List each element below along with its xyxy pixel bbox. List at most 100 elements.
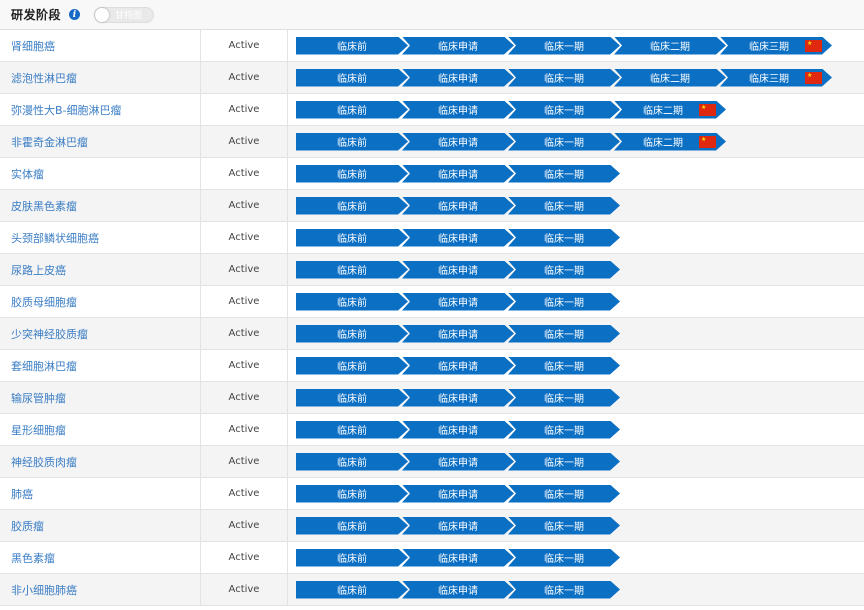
china-flag-icon: ★ [699, 136, 716, 148]
phase-label: 临床申请 [438, 298, 478, 309]
phase-chevron: 临床前 [296, 421, 408, 439]
status-text: Active [201, 190, 288, 221]
phase-label: 临床申请 [438, 554, 478, 565]
phase-chevron: 临床前 [296, 261, 408, 279]
phase-chevron: 临床前 [296, 37, 408, 55]
phase-chevron: 临床前 [296, 229, 408, 247]
phase-label: 临床申请 [438, 106, 478, 117]
indication-link[interactable]: 皮肤黑色素瘤 [0, 190, 201, 221]
phase-chevron: 临床一期 [508, 229, 620, 247]
phase-chevron: 临床申请 [402, 453, 514, 471]
phase-label: 临床申请 [438, 138, 478, 149]
phase-label: 临床一期 [544, 362, 584, 373]
phase-label: 临床前 [337, 170, 367, 181]
section-header: 研发阶段 i 甘特图 [0, 0, 864, 30]
phase-chevron: 临床前 [296, 517, 408, 535]
status-text: Active [201, 478, 288, 509]
phase-track: 临床前 临床申请 临床一期 临床二期 ★ [288, 126, 864, 157]
phase-chevron: 临床一期 [508, 549, 620, 567]
indication-link[interactable]: 套细胞淋巴瘤 [0, 350, 201, 381]
pipeline-table: 肾细胞癌 Active 临床前 临床申请 临床一期 临床二期 临床三期 ★ 滤泡性淋巴瘤 Acti… [0, 30, 864, 606]
phase-label: 临床前 [337, 138, 367, 149]
phase-chevron: 临床一期 [508, 69, 620, 87]
phase-chevron: 临床一期 [508, 453, 620, 471]
phase-chevron: 临床一期 [508, 421, 620, 439]
phase-chevron: 临床申请 [402, 261, 514, 279]
phase-label: 临床前 [337, 234, 367, 245]
phase-label: 临床申请 [438, 74, 478, 85]
phase-label: 临床一期 [544, 554, 584, 565]
indication-link[interactable]: 黑色素瘤 [0, 542, 201, 573]
phase-label: 临床一期 [544, 202, 584, 213]
phase-track: 临床前 临床申请 临床一期 [288, 222, 864, 253]
indication-link[interactable]: 滤泡性淋巴瘤 [0, 62, 201, 93]
indication-link[interactable]: 非霍奇金淋巴瘤 [0, 126, 201, 157]
table-row: 套细胞淋巴瘤 Active 临床前 临床申请 临床一期 [0, 350, 864, 382]
phase-track: 临床前 临床申请 临床一期 [288, 542, 864, 573]
phase-label: 临床申请 [438, 234, 478, 245]
phase-label: 临床一期 [544, 298, 584, 309]
table-row: 星形细胞瘤 Active 临床前 临床申请 临床一期 [0, 414, 864, 446]
phase-label: 临床一期 [544, 330, 584, 341]
phase-track: 临床前 临床申请 临床一期 [288, 510, 864, 541]
phase-label: 临床前 [337, 522, 367, 533]
phase-track: 临床前 临床申请 临床一期 临床二期 ★ [288, 94, 864, 125]
phase-track: 临床前 临床申请 临床一期 [288, 574, 864, 605]
table-row: 少突神经胶质瘤 Active 临床前 临床申请 临床一期 [0, 318, 864, 350]
phase-chevron: 临床二期 ★ [614, 133, 726, 151]
phase-label: 临床前 [337, 202, 367, 213]
phase-chevron: 临床前 [296, 133, 408, 151]
phase-label: 临床申请 [438, 394, 478, 405]
phase-chevron: 临床二期 ★ [614, 101, 726, 119]
phase-label: 临床前 [337, 554, 367, 565]
phase-label: 临床二期 [643, 106, 683, 117]
indication-link[interactable]: 胶质瘤 [0, 510, 201, 541]
phase-label: 临床一期 [544, 74, 584, 85]
phase-track: 临床前 临床申请 临床一期 [288, 382, 864, 413]
info-icon[interactable]: i [69, 9, 81, 20]
phase-label: 临床申请 [438, 202, 478, 213]
indication-link[interactable]: 非小细胞肺癌 [0, 574, 201, 605]
indication-link[interactable]: 尿路上皮癌 [0, 254, 201, 285]
status-text: Active [201, 222, 288, 253]
phase-chevron: 临床申请 [402, 165, 514, 183]
phase-chevron: 临床前 [296, 325, 408, 343]
phase-label: 临床前 [337, 266, 367, 277]
indication-link[interactable]: 神经胶质肉瘤 [0, 446, 201, 477]
table-row: 非小细胞肺癌 Active 临床前 临床申请 临床一期 [0, 574, 864, 606]
phase-chevron: 临床申请 [402, 293, 514, 311]
phase-label: 临床一期 [544, 522, 584, 533]
phase-label: 临床申请 [438, 522, 478, 533]
phase-label: 临床申请 [438, 458, 478, 469]
indication-link[interactable]: 输尿管肿瘤 [0, 382, 201, 413]
phase-chevron: 临床申请 [402, 389, 514, 407]
indication-link[interactable]: 头颈部鳞状细胞癌 [0, 222, 201, 253]
phase-chevron: 临床前 [296, 101, 408, 119]
phase-label: 临床前 [337, 426, 367, 437]
indication-link[interactable]: 肺癌 [0, 478, 201, 509]
phase-chevron: 临床前 [296, 69, 408, 87]
phase-label: 临床申请 [438, 266, 478, 277]
indication-link[interactable]: 少突神经胶质瘤 [0, 318, 201, 349]
status-text: Active [201, 574, 288, 605]
indication-link[interactable]: 肾细胞癌 [0, 30, 201, 61]
phase-chevron: 临床一期 [508, 101, 620, 119]
table-row: 神经胶质肉瘤 Active 临床前 临床申请 临床一期 [0, 446, 864, 478]
phase-chevron: 临床申请 [402, 549, 514, 567]
phase-label: 临床三期 [749, 74, 789, 85]
phase-chevron: 临床前 [296, 549, 408, 567]
indication-link[interactable]: 星形细胞瘤 [0, 414, 201, 445]
phase-label: 临床申请 [438, 426, 478, 437]
phase-chevron: 临床一期 [508, 165, 620, 183]
indication-link[interactable]: 胶质母细胞瘤 [0, 286, 201, 317]
status-text: Active [201, 382, 288, 413]
phase-label: 临床前 [337, 330, 367, 341]
phase-chevron: 临床申请 [402, 325, 514, 343]
gantt-toggle[interactable]: 甘特图 [94, 6, 155, 23]
indication-link[interactable]: 弥漫性大B-细胞淋巴瘤 [0, 94, 201, 125]
phase-label: 临床一期 [544, 170, 584, 181]
status-text: Active [201, 62, 288, 93]
table-row: 实体瘤 Active 临床前 临床申请 临床一期 [0, 158, 864, 190]
indication-link[interactable]: 实体瘤 [0, 158, 201, 189]
china-flag-icon: ★ [805, 72, 822, 84]
